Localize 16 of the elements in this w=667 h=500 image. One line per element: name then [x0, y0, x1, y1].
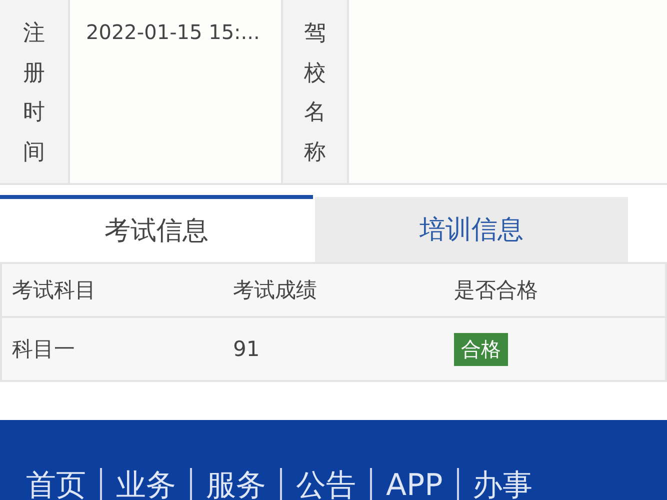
footer-link[interactable]: 服务 [192, 468, 280, 500]
result-badge: 合格 [454, 332, 508, 366]
column-header: 是否合格 [453, 277, 539, 304]
footer-link[interactable]: 办事 [458, 468, 547, 500]
footer-link[interactable]: 首页 [26, 468, 100, 500]
footer-link[interactable]: 业务 [102, 468, 190, 500]
table-cell-text: 91 [232, 337, 261, 361]
field-value-cell-text: 2022-01-15 15:... [85, 19, 261, 46]
column-header: 考试成绩 [232, 277, 318, 304]
column-header: 考试科目 [11, 277, 97, 304]
footer-link[interactable]: APP [372, 468, 457, 500]
table-cell-text: 科目一 [11, 336, 76, 363]
tab[interactable]: 培训信息 [315, 197, 628, 262]
field-label-cell: 注册时间 [0, 0, 70, 183]
footer-link[interactable]: 公告 [282, 468, 370, 500]
field-label-cell: 驾校名称 [281, 0, 349, 183]
